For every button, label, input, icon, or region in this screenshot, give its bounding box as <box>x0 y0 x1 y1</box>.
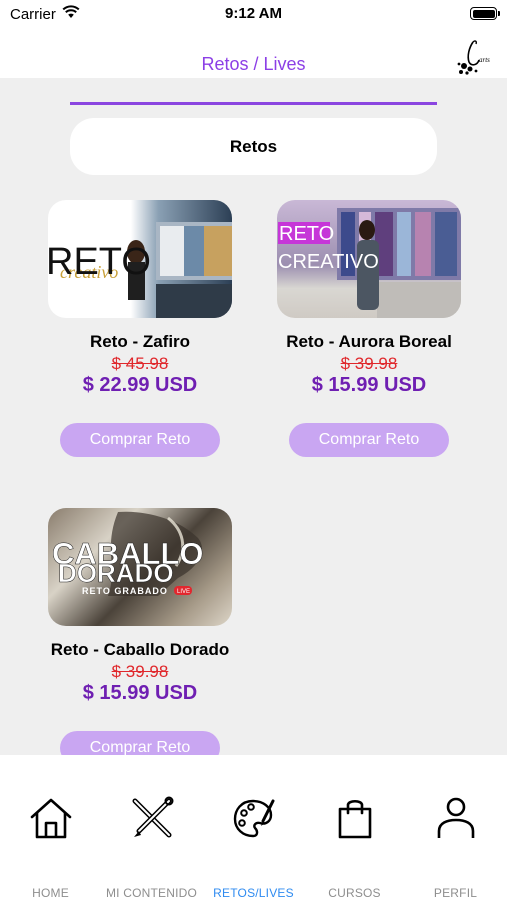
card-title: Reto - Caballo Dorado <box>50 640 230 659</box>
new-price: $ 22.99 USD <box>82 374 198 396</box>
buy-button[interactable]: Comprar Reto <box>289 423 449 457</box>
tab-label: PERFIL <box>433 886 478 900</box>
card-thumbnail[interactable]: creativo RETO <box>48 200 232 318</box>
palette-icon <box>233 799 275 838</box>
course-card-aurora-boreal[interactable]: RETO CREATIVO Reto - Aurora Boreal $ 39.… <box>274 200 464 457</box>
old-price: $ 39.98 <box>111 662 169 681</box>
thumb-heading: RETO <box>48 241 151 283</box>
nav-header: Retos / Lives arts <box>0 30 507 78</box>
tab-label: RETOS/LIVES <box>213 886 294 900</box>
svg-text:arts: arts <box>479 56 490 64</box>
section-divider <box>70 102 437 105</box>
new-price: $ 15.99 USD <box>82 682 198 704</box>
tab-label: CURSOS <box>328 886 381 900</box>
tab-label: MI CONTENIDO <box>105 886 198 900</box>
tab-bar: HOME MI CONTENIDO RETOS/LIVES CURSOS PER… <box>0 755 507 900</box>
home-icon <box>30 798 72 839</box>
tab-retos-lives[interactable]: RETOS/LIVES <box>203 755 304 900</box>
status-bar: Carrier 9:12 AM <box>0 0 507 30</box>
page-title: Retos / Lives <box>201 54 306 74</box>
shopping-bag-icon <box>338 799 372 839</box>
tab-home[interactable]: HOME <box>0 755 101 900</box>
card-thumbnail[interactable]: CABALLO DORADO RETO GRABADO LIVE <box>48 508 232 626</box>
battery-icon <box>470 7 500 20</box>
card-thumbnail[interactable]: RETO CREATIVO <box>277 200 461 318</box>
thumb-badge: LIVE <box>177 589 190 595</box>
tab-label: HOME <box>32 886 69 900</box>
thumb-heading: RETO <box>279 223 334 245</box>
card-title: Reto - Aurora Boreal <box>286 332 452 351</box>
brushes-icon <box>132 796 174 838</box>
tab-perfil[interactable]: PERFIL <box>405 755 506 900</box>
person-icon <box>437 797 475 838</box>
tab-mi-contenido[interactable]: MI CONTENIDO <box>101 755 202 900</box>
card-title: Reto - Zafiro <box>89 332 191 351</box>
course-card-zafiro[interactable]: creativo RETO Reto - Zafiro $ 45.98 $ 22… <box>45 200 235 457</box>
old-price: $ 45.98 <box>111 354 169 373</box>
brand-logo-icon[interactable]: arts <box>455 38 497 76</box>
course-card-caballo-dorado[interactable]: CABALLO DORADO RETO GRABADO LIVE Reto - … <box>45 508 235 765</box>
clock: 9:12 AM <box>225 5 282 22</box>
buy-button[interactable]: Comprar Reto <box>60 423 220 457</box>
thumb-subheading: DORADO <box>58 558 174 588</box>
thumb-caption: RETO GRABADO <box>82 586 168 596</box>
tab-cursos[interactable]: CURSOS <box>304 755 405 900</box>
old-price: $ 39.98 <box>340 354 398 373</box>
section-selector[interactable]: Retos <box>70 118 437 175</box>
thumb-subheading: CREATIVO <box>278 251 379 273</box>
new-price: $ 15.99 USD <box>311 374 427 396</box>
